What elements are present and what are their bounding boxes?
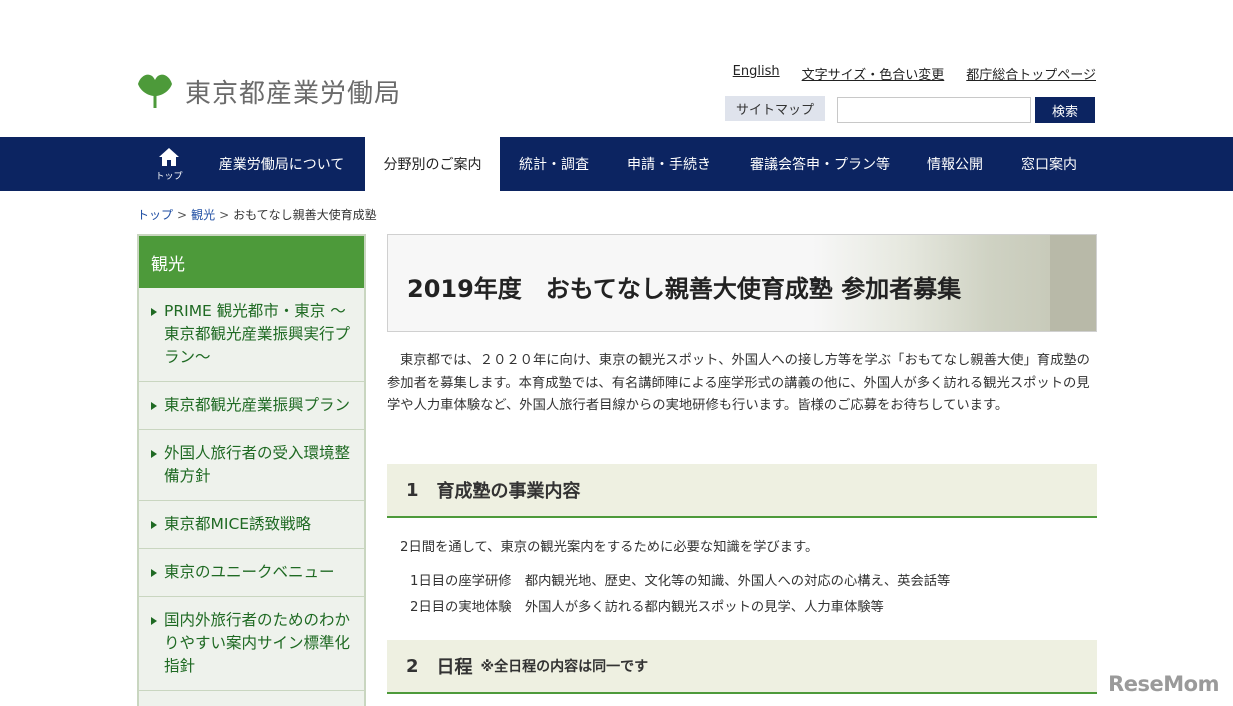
page-title-box: 2019年度 おもてなし親善大使育成塾 参加者募集 bbox=[387, 234, 1097, 332]
sidebar-heading: 観光 bbox=[139, 236, 364, 288]
section-heading-2: 2 日程 ※全日程の内容は同一です bbox=[387, 640, 1097, 694]
nav-applications[interactable]: 申請・手続き bbox=[608, 137, 730, 191]
page-title: 2019年度 おもてなし親善大使育成塾 参加者募集 bbox=[407, 275, 962, 303]
breadcrumb-separator: > bbox=[219, 208, 230, 222]
section1-body: 2日間を通して、東京の観光案内をするために必要な知識を学びます。 bbox=[400, 540, 819, 555]
sidebar-item-prime[interactable]: PRIME 観光都市・東京 ～東京都観光産業振興実行プラン～ bbox=[139, 288, 364, 382]
breadcrumb: トップ > 観光 > おもてなし親善大使育成塾 bbox=[137, 206, 377, 223]
section-heading-1: 1 育成塾の事業内容 bbox=[387, 464, 1097, 518]
english-link[interactable]: English bbox=[733, 64, 780, 83]
section-number: 2 bbox=[406, 655, 419, 677]
nav-disclosure[interactable]: 情報公開 bbox=[910, 137, 1000, 191]
ginkgo-leaf-icon bbox=[138, 74, 172, 108]
nav-home[interactable]: トップ bbox=[147, 137, 191, 191]
site-title: 東京都産業労働局 bbox=[185, 78, 402, 109]
nav-council-plans[interactable]: 審議会答申・プラン等 bbox=[732, 137, 908, 191]
breadcrumb-tourism[interactable]: 観光 bbox=[191, 208, 215, 222]
utility-links: English 文字サイズ・色合い変更 都庁総合トップページ bbox=[733, 64, 1096, 83]
sidebar-item-reception-policy[interactable]: 外国人旅行者の受入環境整備方針 bbox=[139, 430, 364, 501]
section1-line-2: 2日目の実地体験 外国人が多く訪れる都内観光スポットの見学、人力車体験等 bbox=[410, 600, 884, 615]
intro-text: 東京都では、２０２０年に向け、東京の観光スポット、外国人への接し方等を学ぶ「おも… bbox=[387, 353, 1090, 413]
sidebar-item-sign-guideline[interactable]: 国内外旅行者のためのわかりやすい案内サイン標準化指針 bbox=[139, 597, 364, 691]
nav-about[interactable]: 産業労働局について bbox=[200, 137, 363, 191]
nav-home-label: トップ bbox=[155, 171, 183, 182]
section-number: 1 bbox=[406, 479, 419, 501]
search-input[interactable] bbox=[837, 97, 1031, 123]
resemom-watermark: ReseMom bbox=[1108, 672, 1219, 696]
sidebar-item-unique-venue[interactable]: 東京のユニークベニュー bbox=[139, 549, 364, 597]
nav-statistics[interactable]: 統計・調査 bbox=[502, 137, 606, 191]
breadcrumb-separator: > bbox=[177, 208, 188, 222]
global-nav: トップ 産業労働局について 分野別のご案内 統計・調査 申請・手続き 審議会答申… bbox=[0, 137, 1233, 191]
section1-line-1: 1日目の座学研修 都内観光地、歴史、文化等の知識、外国人への対応の心構え、英会話… bbox=[410, 574, 951, 589]
nav-guide-by-field[interactable]: 分野別のご案内 bbox=[365, 137, 500, 191]
metro-top-link[interactable]: 都庁総合トップページ bbox=[966, 64, 1096, 83]
breadcrumb-top[interactable]: トップ bbox=[137, 208, 173, 222]
sidebar-item-tourism-plan[interactable]: 東京都観光産業振興プラン bbox=[139, 382, 364, 430]
section-title: 日程 bbox=[436, 657, 473, 678]
font-size-color-link[interactable]: 文字サイズ・色合い変更 bbox=[802, 64, 945, 83]
section-note: ※全日程の内容は同一です bbox=[480, 659, 649, 675]
site-logo[interactable]: 東京都産業労働局 bbox=[137, 72, 401, 110]
section-title: 育成塾の事業内容 bbox=[436, 481, 581, 502]
search-button[interactable]: 検索 bbox=[1035, 97, 1095, 123]
sidebar-item-mice-strategy[interactable]: 東京都MICE誘致戦略 bbox=[139, 501, 364, 549]
sitemap-button[interactable]: サイトマップ bbox=[725, 96, 825, 121]
home-icon bbox=[159, 147, 179, 166]
sidebar: 観光 PRIME 観光都市・東京 ～東京都観光産業振興実行プラン～ 東京都観光産… bbox=[137, 234, 366, 706]
nav-contact[interactable]: 窓口案内 bbox=[1002, 137, 1096, 191]
breadcrumb-current: おもてなし親善大使育成塾 bbox=[233, 208, 377, 222]
title-decoration bbox=[1050, 235, 1096, 331]
